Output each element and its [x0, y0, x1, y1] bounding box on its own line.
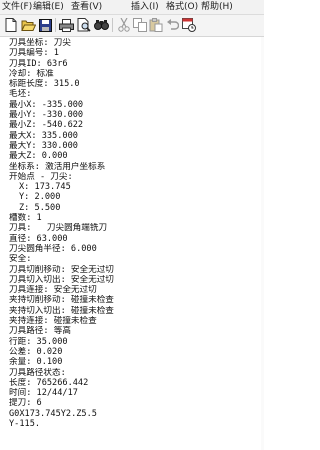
text-line: 最大Z: 0.000	[9, 151, 68, 162]
open-folder-icon[interactable]	[20, 17, 36, 33]
text-line: 刀具编号: 1	[9, 48, 59, 59]
text-line: 标距长度: 315.0	[9, 79, 80, 90]
text-line: 刀具连接: 安全无过切	[9, 285, 97, 296]
text-line: Y: 2.000	[19, 192, 61, 203]
text-line: 刀具路径状态:	[9, 367, 66, 378]
text-line: 行距: 35.000	[9, 336, 68, 347]
text-line: 安全:	[9, 254, 32, 265]
insert-datetime-icon[interactable]	[181, 17, 197, 33]
text-line: 时间: 12/44/17	[9, 388, 78, 399]
text-line: 夹持切削移动: 碰撞未检查	[9, 295, 114, 306]
text-line: 刀具路径: 等高	[9, 326, 71, 337]
menu-edit[interactable]: 编辑(E)	[33, 1, 64, 13]
toolbar-separator	[55, 18, 56, 32]
text-line: 余量: 0.100	[9, 357, 63, 368]
text-line: 刀具切入切出: 安全无过切	[9, 274, 114, 285]
text-line: Z: 5.500	[19, 202, 61, 213]
print-preview-icon[interactable]	[76, 17, 92, 33]
text-line: 最大X: 335.000	[9, 130, 78, 141]
copy-icon[interactable]	[132, 17, 148, 33]
menu-format[interactable]: 格式(O)	[166, 1, 198, 13]
text-line: Y-115.	[9, 418, 41, 429]
toolbar	[0, 15, 264, 37]
menu-bar: 文件(F) 编辑(E) 查看(V) 插入(I) 格式(O) 帮助(H)	[0, 0, 264, 15]
text-line: 开始点 - 刀尖:	[9, 171, 73, 182]
toolbar-separator	[112, 18, 113, 32]
menu-help[interactable]: 帮助(H)	[201, 1, 233, 13]
text-line: 最小Y: -330.000	[9, 110, 84, 121]
text-line: 最小X: -335.000	[9, 99, 84, 110]
find-icon[interactable]	[93, 17, 109, 33]
text-line: 坐标系: 激活用户坐标系	[9, 161, 106, 172]
text-line: G0X173.745Y2.Z5.5	[9, 408, 97, 419]
text-line: 刀具切削移动: 安全无过切	[9, 264, 114, 275]
text-line: 刀尖圆角半径: 6.000	[9, 243, 97, 254]
save-icon[interactable]	[37, 17, 53, 33]
document-text[interactable]: 刀具坐标: 刀尖 刀具编号: 1 刀具ID: 63r6 冷却: 标准 标距长度:…	[9, 38, 261, 429]
text-line: 槽数: 1	[9, 213, 42, 224]
scrollbar[interactable]	[261, 37, 264, 450]
text-line: 毛坯:	[9, 89, 32, 100]
text-line: 长度: 765266.442	[9, 377, 89, 388]
text-line: 刀具坐标: 刀尖	[9, 38, 71, 48]
text-line: 公差: 0.020	[9, 346, 63, 357]
text-line: 提刀: 6	[9, 398, 42, 409]
undo-icon[interactable]	[164, 17, 180, 33]
menu-file[interactable]: 文件(F)	[2, 1, 32, 13]
text-line: X: 173.745	[19, 182, 71, 193]
paste-icon[interactable]	[148, 17, 164, 33]
text-line: 直径: 63.000	[9, 233, 68, 244]
new-file-icon[interactable]	[3, 17, 19, 33]
text-line: 最大Y: 330.000	[9, 140, 78, 151]
text-line: 最小Z: -540.622	[9, 120, 84, 131]
text-line: 冷却: 标准	[9, 68, 54, 79]
menu-insert[interactable]: 插入(I)	[131, 1, 159, 13]
text-line: 夹持连接: 碰撞未检查	[9, 316, 97, 327]
cut-icon[interactable]	[116, 17, 132, 33]
text-line: 夹持切入切出: 碰撞未检查	[9, 305, 114, 316]
print-icon[interactable]	[58, 17, 74, 33]
menu-view[interactable]: 查看(V)	[71, 1, 102, 13]
text-line: 刀具ID: 63r6	[9, 58, 68, 69]
text-line: 刀具: 刀尖圆角端铣刀	[9, 223, 108, 234]
